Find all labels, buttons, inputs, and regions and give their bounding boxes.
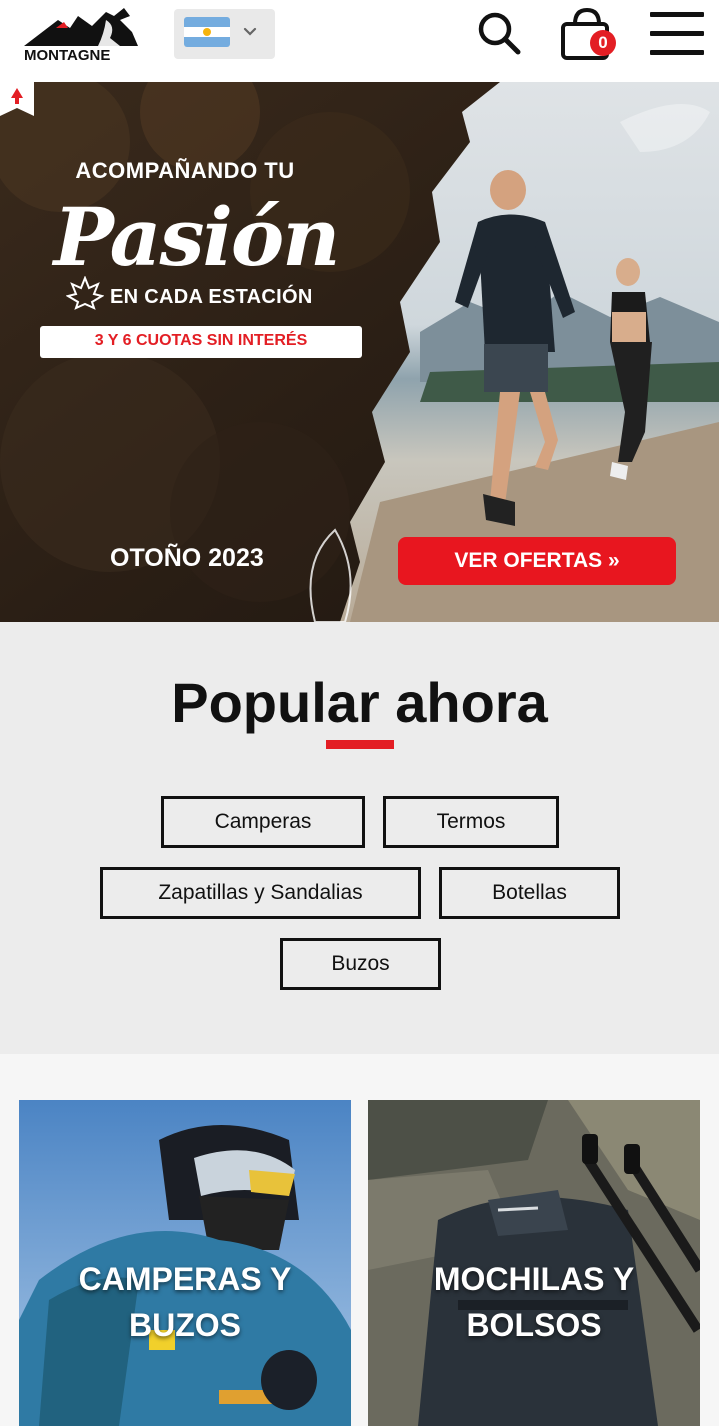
hero-banner[interactable]: ACOMPAÑANDO TU Pasión EN CADA ESTACIÓN 3…	[0, 82, 719, 622]
country-selector[interactable]	[174, 9, 275, 59]
popular-section: Popular ahora Camperas Termos Zapatillas…	[0, 622, 719, 1054]
category-section: CAMPERAS Y BUZOS MOCHILAS Y BOLSOS	[0, 1054, 719, 1426]
site-header: MONTAGNE 0	[0, 0, 719, 82]
hero-kicker: ACOMPAÑANDO TU	[75, 158, 295, 183]
chip-buzos[interactable]: Buzos	[280, 938, 441, 990]
montagne-logo[interactable]: MONTAGNE	[20, 6, 146, 64]
maple-leaf-icon	[66, 276, 104, 310]
category-mochilas-y-bolsos[interactable]: MOCHILAS Y BOLSOS	[368, 1100, 700, 1426]
chip-zapatillas-y-sandalias[interactable]: Zapatillas y Sandalias	[100, 867, 421, 919]
hero-title: Pasión	[53, 190, 341, 284]
ver-ofertas-button[interactable]: VER OFERTAS »	[398, 537, 676, 585]
category-label: CAMPERAS Y BUZOS	[78, 1261, 292, 1343]
hamburger-menu-icon[interactable]	[650, 12, 704, 55]
search-icon[interactable]	[476, 10, 522, 56]
argentina-flag-icon	[184, 17, 230, 47]
chip-termos[interactable]: Termos	[383, 796, 559, 848]
chevron-down-icon	[243, 27, 257, 36]
category-camperas-y-buzos[interactable]: CAMPERAS Y BUZOS	[19, 1100, 351, 1426]
season-badge-icon	[0, 82, 34, 116]
hero-subtitle: EN CADA ESTACIÓN	[110, 286, 313, 308]
cart-count-badge: 0	[590, 30, 616, 56]
chip-botellas[interactable]: Botellas	[439, 867, 620, 919]
promo-text: 3 Y 6 CUOTAS SIN INTERÉS	[94, 332, 308, 349]
logo-text: MONTAGNE	[24, 47, 110, 64]
chip-camperas[interactable]: Camperas	[161, 796, 365, 848]
season-label: OTOÑO 2023	[110, 544, 264, 572]
popular-title: Popular ahora	[171, 671, 548, 734]
category-label: MOCHILAS Y BOLSOS	[433, 1261, 635, 1343]
title-underline	[326, 740, 394, 749]
